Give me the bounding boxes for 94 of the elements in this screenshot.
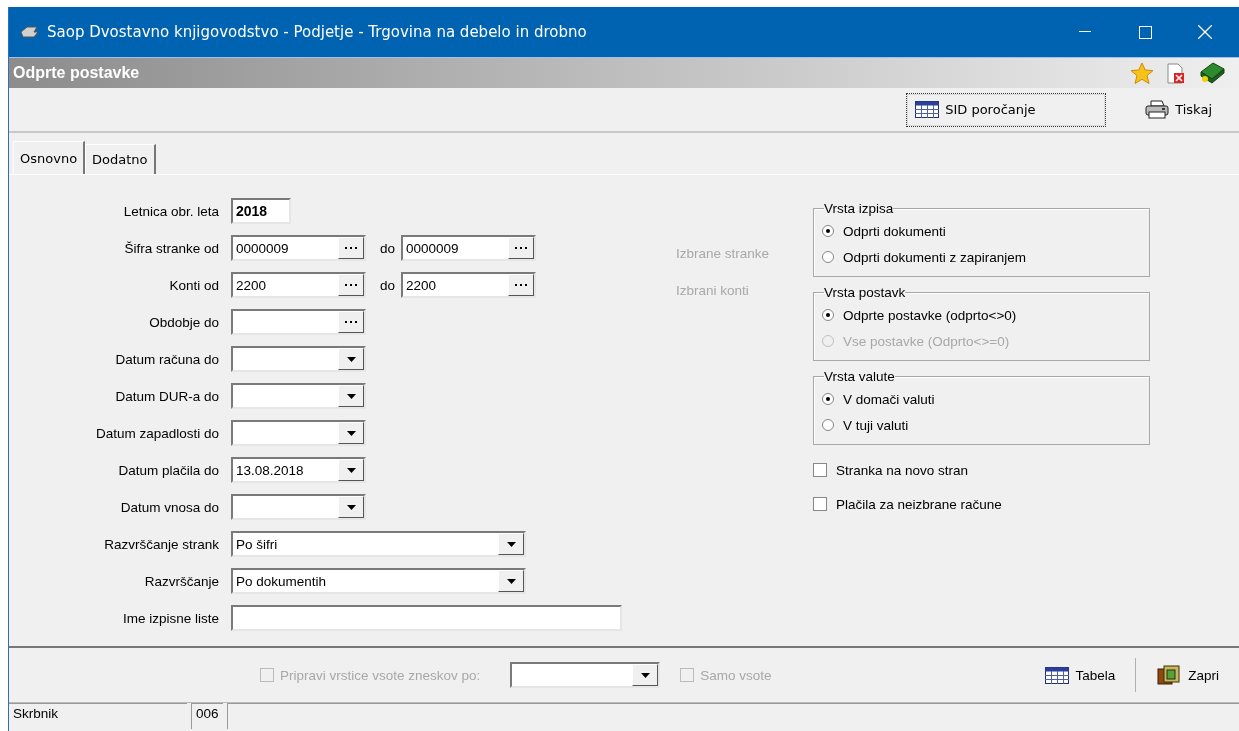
ellipsis-icon [345, 320, 357, 324]
option-label[interactable]: Odprti dokumenti [843, 223, 946, 239]
footer-button[interactable]: Tabela [1035, 662, 1126, 688]
toolbar-button[interactable]: SID poročanje [906, 92, 1107, 127]
field-label: Razvrščanje [143, 573, 219, 589]
document-delete-icon[interactable] [1167, 62, 1185, 84]
table-icon [915, 101, 940, 118]
lookup-field[interactable]: 0000009 [231, 235, 366, 261]
checkbox-label[interactable]: Stranka na novo stran [836, 462, 969, 478]
dropdown-button[interactable] [338, 348, 364, 370]
browse-button[interactable] [338, 237, 364, 259]
dropdown-field[interactable] [231, 346, 366, 372]
dropdown-button[interactable] [632, 664, 659, 686]
window-title: Saop Dvostavno knjigovodstvo - Podjetje - Trgovina na debelo in drobno [47, 23, 588, 41]
caret-icon [346, 356, 356, 362]
dropdown-button[interactable] [338, 385, 364, 407]
dropdown-field[interactable] [231, 383, 366, 409]
dropdown-field[interactable]: Po šifri [231, 531, 526, 557]
footer-button[interactable]: Zapri [1146, 660, 1229, 690]
toolbar-button[interactable]: Tiskaj [1136, 92, 1221, 127]
field-label: Konti od [168, 277, 219, 293]
field-label: Razvrščanje strank [103, 536, 219, 552]
input-field[interactable]: 2018 [231, 198, 291, 224]
browse-button[interactable] [338, 274, 364, 296]
ellipsis-icon [345, 283, 357, 287]
dropdown-button[interactable] [338, 422, 364, 444]
dropdown-button[interactable] [498, 533, 524, 555]
checkbox[interactable] [813, 497, 827, 511]
option-label[interactable]: V tuji valuti [843, 417, 909, 433]
tab[interactable]: Dodatno [85, 144, 156, 174]
field-label: Letnica obr. leta [122, 203, 219, 219]
field-label: Datum vnosa do [119, 499, 219, 515]
dropdown-button[interactable] [498, 570, 524, 592]
ellipsis-icon [515, 283, 528, 287]
group-title: Vrsta valute [824, 369, 895, 384]
status-cell: 006 [191, 703, 223, 729]
maximize-icon [1138, 25, 1152, 39]
group-title: Vrsta postavk [824, 285, 906, 300]
field-label: Datum zapadlosti do [94, 425, 219, 441]
lookup-field[interactable]: 0000009 [401, 235, 537, 261]
radio-button[interactable] [822, 419, 834, 431]
option-label[interactable]: Odprti dokumenti z zapiranjem [843, 249, 1027, 265]
dropdown-button[interactable] [338, 496, 364, 518]
field-label: Šifra stranke od [123, 240, 219, 256]
dropdown-field[interactable]: 13.08.2018 [231, 457, 366, 483]
field-label: Datum DUR-a do [114, 388, 219, 404]
group-title: Vrsta izpisa [824, 201, 894, 216]
selection-label: Izbrane stranke [676, 246, 770, 261]
ellipsis-icon [345, 246, 357, 250]
lookup-field[interactable] [231, 309, 366, 335]
dropdown-field[interactable] [231, 420, 366, 446]
option-label[interactable]: Odprte postavke (odprto<>0) [843, 307, 1017, 323]
caret-icon [346, 430, 356, 436]
status-cell: Skrbnik [9, 703, 187, 729]
field-label: Datum plačila do [117, 462, 219, 478]
radio-button[interactable] [822, 225, 834, 237]
panel-title: Odprte postavke [13, 64, 141, 82]
caret-icon [506, 578, 516, 584]
printer-icon [1145, 99, 1170, 120]
close-icon [1198, 25, 1212, 39]
lookup-field[interactable]: 2200 [401, 272, 537, 298]
dropdown-field[interactable]: Po dokumentih [231, 568, 526, 594]
browse-button[interactable] [338, 311, 364, 333]
field-label: Obdobje do [148, 314, 219, 330]
browse-button[interactable] [508, 237, 535, 259]
folders-icon [1156, 664, 1183, 686]
table-icon [1045, 666, 1070, 684]
tab[interactable]: Osnovno [13, 141, 86, 174]
browse-button[interactable] [508, 274, 535, 296]
dropdown-button[interactable] [338, 459, 364, 481]
radio-button[interactable] [822, 309, 834, 321]
checkbox[interactable] [813, 463, 827, 477]
checkbox-label[interactable]: Plačila za neizbrane račune [836, 496, 1002, 512]
caret-icon [346, 393, 356, 399]
radio-button[interactable] [822, 393, 834, 405]
field-label: do [380, 240, 396, 256]
caret-icon [506, 541, 516, 547]
field-label: Datum računa do [114, 351, 219, 367]
field-label: do [380, 277, 396, 293]
star-icon[interactable] [1131, 62, 1153, 84]
selection-label: Izbrani konti [676, 283, 749, 298]
dropdown-field[interactable] [231, 494, 366, 520]
input-field[interactable] [231, 605, 622, 631]
dropdown-field[interactable] [510, 662, 661, 688]
app-icon [19, 26, 39, 38]
radio-button[interactable] [822, 251, 834, 263]
caret-icon [346, 467, 356, 473]
option-label[interactable]: V domači valuti [843, 391, 935, 407]
caret-icon [346, 504, 356, 510]
caret-icon [640, 672, 650, 678]
minimize-icon [1079, 31, 1091, 33]
field-label: Ime izpisne liste [121, 610, 219, 626]
ellipsis-icon [515, 246, 528, 250]
lookup-field[interactable]: 2200 [231, 272, 366, 298]
